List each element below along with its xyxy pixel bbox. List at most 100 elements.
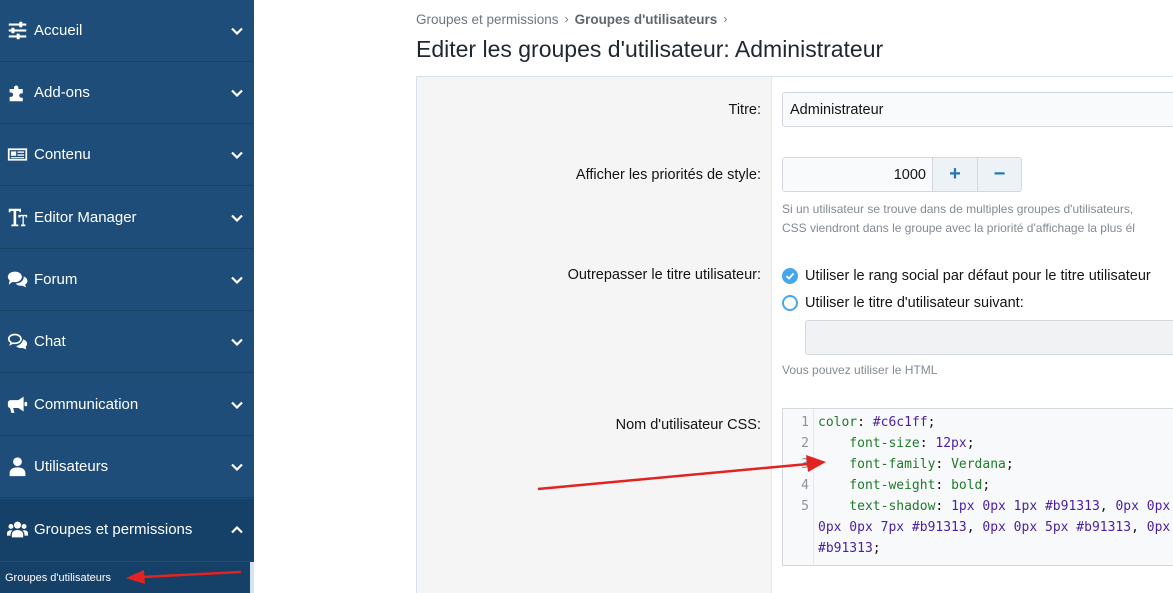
chevron-down-icon — [230, 24, 244, 38]
megaphone-icon — [6, 394, 28, 416]
code-token: 12px — [935, 436, 967, 451]
radio-unchecked-icon — [782, 295, 798, 311]
html-hint: Vous pouvez utiliser le HTML — [782, 363, 938, 377]
puzzle-icon — [6, 82, 28, 104]
radio-default-title[interactable]: Utiliser le rang social par défaut pour … — [782, 265, 1151, 287]
breadcrumb-separator: › — [564, 12, 569, 26]
priority-label: Afficher les priorités de style: — [575, 167, 761, 183]
sidebar-item-accueil[interactable]: Accueil — [0, 0, 254, 62]
priority-hint-line-2: CSS viendront dans le groupe avec la pri… — [782, 221, 1135, 235]
admin-page: Accueil Add-ons Contenu Editor Manager F… — [0, 0, 1173, 593]
sidebar: Accueil Add-ons Contenu Editor Manager F… — [0, 0, 254, 593]
priority-input[interactable]: 1000 — [783, 158, 933, 191]
code-token: #b91313 — [1076, 520, 1132, 535]
sidebar-item-contenu[interactable]: Contenu — [0, 124, 254, 186]
sidebar-item-forum[interactable]: Forum — [0, 249, 254, 311]
line-number: 3 — [801, 457, 809, 472]
code-line: font-weight: bold; — [818, 478, 990, 493]
code-token: color — [818, 415, 858, 430]
code-token: , — [1099, 499, 1116, 514]
code-token: ; — [982, 478, 991, 493]
code-token: ; — [872, 541, 881, 556]
increment-button[interactable]: + — [933, 158, 977, 191]
sidebar-item-utilisateurs[interactable]: Utilisateurs — [0, 436, 254, 498]
code-token: 0px — [1146, 520, 1171, 535]
sidebar-item-editor-manager[interactable]: Editor Manager — [0, 187, 254, 249]
custom-title-input[interactable] — [805, 320, 1173, 355]
sidebar-subitem-groupes-utilisateurs[interactable]: Groupes d'utilisateurs — [0, 562, 250, 593]
breadcrumb: Groupes et permissions › Groupes d'utili… — [416, 10, 733, 28]
code-line: 0px 0px 7px #b91313, 0px 0px 5px #b91313… — [818, 520, 1170, 535]
radio-default-title-label: Utiliser le rang social par défaut pour … — [805, 268, 1151, 284]
code-token: : — [935, 499, 952, 514]
code-token: ; — [927, 415, 936, 430]
radio-custom-title[interactable]: Utiliser le titre d'utilisateur suivant: — [782, 292, 1024, 314]
username-css-editor[interactable]: 1 2 3 4 5 color: #c6c1ff; font-size: 12p… — [782, 408, 1173, 566]
line-number: 2 — [801, 436, 809, 451]
content-gutter — [254, 0, 416, 593]
radio-checked-icon — [782, 268, 798, 284]
sidebar-item-label: Forum — [34, 271, 78, 288]
sidebar-item-groupes-et-permissions[interactable]: Groupes et permissions — [0, 499, 254, 561]
code-token: 1px 0px 1px — [951, 499, 1045, 514]
code-token: #b91313 — [1044, 499, 1100, 514]
user-title-label: Outrepasser le titre utilisateur: — [567, 267, 761, 283]
sidebar-item-label: Accueil — [34, 22, 83, 39]
user-icon — [6, 456, 28, 478]
sidebar-item-chat[interactable]: Chat — [0, 311, 254, 373]
chevron-down-icon — [230, 460, 244, 474]
decrement-button[interactable]: − — [977, 158, 1021, 191]
sliders-icon — [6, 20, 28, 42]
line-number: 1 — [801, 415, 809, 430]
code-token: : — [935, 478, 952, 493]
code-token: font-size — [818, 436, 920, 451]
line-number-gutter: 1 2 3 4 5 — [783, 409, 814, 565]
code-line: font-family: Verdana; — [818, 457, 1014, 472]
users-icon — [6, 519, 28, 541]
code-token: #b91313 — [818, 541, 873, 556]
newspaper-icon — [6, 144, 28, 166]
code-token: #b91313 — [911, 520, 967, 535]
breadcrumb-item-groupes-et-permissions[interactable]: Groupes et permissions — [416, 12, 559, 27]
chevron-down-icon — [230, 211, 244, 225]
text-format-icon — [6, 207, 28, 229]
code-token: font-family — [818, 457, 936, 472]
username-css-label: Nom d'utilisateur CSS: — [615, 417, 761, 433]
form-labels-column: Titre: Afficher les priorités de style: … — [417, 77, 772, 593]
page-title: Editer les groupes d'utilisateur: Admini… — [416, 36, 884, 62]
sidebar-item-label: Chat — [34, 333, 66, 350]
chevron-down-icon — [230, 148, 244, 162]
sidebar-item-communication[interactable]: Communication — [0, 374, 254, 436]
code-token: 0px 0px 7px — [818, 520, 912, 535]
breadcrumb-item-groupes-utilisateurs[interactable]: Groupes d'utilisateurs — [575, 12, 718, 27]
code-token: : — [857, 415, 873, 430]
chevron-down-icon — [230, 398, 244, 412]
code-line: text-shadow: 1px 0px 1px #b91313, 0px 0p… — [818, 499, 1170, 514]
breadcrumb-separator: › — [723, 12, 728, 26]
chevron-down-icon — [230, 273, 244, 287]
code-token: Verdana — [951, 457, 1006, 472]
title-label: Titre: — [728, 102, 762, 118]
sidebar-subnav: Groupes d'utilisateurs — [0, 562, 254, 593]
form-controls-column: Administrateur 1000 + − Si un utilisateu… — [773, 77, 1173, 593]
sidebar-item-label: Contenu — [34, 146, 91, 163]
priority-stepper: 1000 + − — [782, 157, 1022, 192]
code-token: ; — [966, 436, 975, 451]
radio-custom-title-label: Utiliser le titre d'utilisateur suivant: — [805, 295, 1024, 311]
code-token: ; — [1005, 457, 1014, 472]
code-token: , — [1131, 520, 1147, 535]
edit-group-form: Titre: Afficher les priorités de style: … — [416, 76, 1173, 593]
line-number: 4 — [801, 478, 809, 493]
chevron-down-icon — [230, 86, 244, 100]
sidebar-item-label: Add-ons — [34, 84, 90, 101]
code-token: 0px 0px 5px — [982, 520, 1077, 535]
title-input[interactable]: Administrateur — [782, 92, 1173, 127]
sidebar-item-label: Communication — [34, 396, 139, 413]
code-token: font-weight — [818, 478, 936, 493]
code-line: font-size: 12px; — [818, 436, 975, 451]
line-number: 5 — [801, 499, 809, 514]
priority-hint-line-1: Si un utilisateur se trouve dans de mult… — [782, 202, 1134, 216]
chevron-down-icon — [230, 335, 244, 349]
sidebar-item-add-ons[interactable]: Add-ons — [0, 62, 254, 124]
code-token: : — [935, 457, 952, 472]
